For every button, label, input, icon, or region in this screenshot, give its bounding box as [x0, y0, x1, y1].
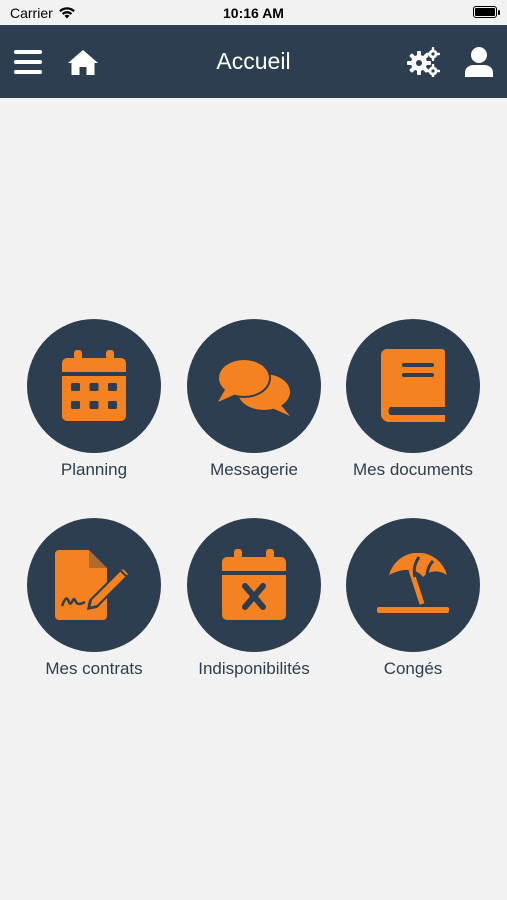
- tile-circle: [187, 319, 321, 453]
- tile-circle: [27, 518, 161, 652]
- tile-circle: [27, 319, 161, 453]
- tile-circle: [187, 518, 321, 652]
- tile-messagerie[interactable]: Messagerie: [174, 319, 334, 489]
- tile-label: Mes contrats: [45, 659, 143, 678]
- tile-label: Mes documents: [353, 460, 473, 479]
- tile-circle: [346, 319, 480, 453]
- home-menu-grid: Planning Messagerie Mes documents Mes co…: [0, 0, 507, 900]
- signed-document-icon: [55, 550, 131, 620]
- tile-label: Planning: [60, 460, 128, 479]
- calendar-x-icon: [222, 549, 286, 620]
- tile-conges[interactable]: Congés: [333, 518, 493, 688]
- beach-umbrella-icon: [377, 553, 449, 613]
- tile-planning[interactable]: Planning: [14, 319, 174, 489]
- tile-indisponibilites[interactable]: Indisponibilités: [174, 518, 334, 688]
- calendar-icon: [62, 350, 126, 421]
- tile-label: Congés: [383, 659, 443, 678]
- tile-circle: [346, 518, 480, 652]
- book-icon: [380, 349, 445, 422]
- tile-mes-contrats[interactable]: Mes contrats: [14, 518, 174, 688]
- chat-bubbles-icon: [217, 358, 290, 416]
- tile-label: Messagerie: [210, 460, 298, 479]
- tile-label: Indisponibilités: [198, 659, 310, 678]
- tile-mes-documents[interactable]: Mes documents: [333, 319, 493, 489]
